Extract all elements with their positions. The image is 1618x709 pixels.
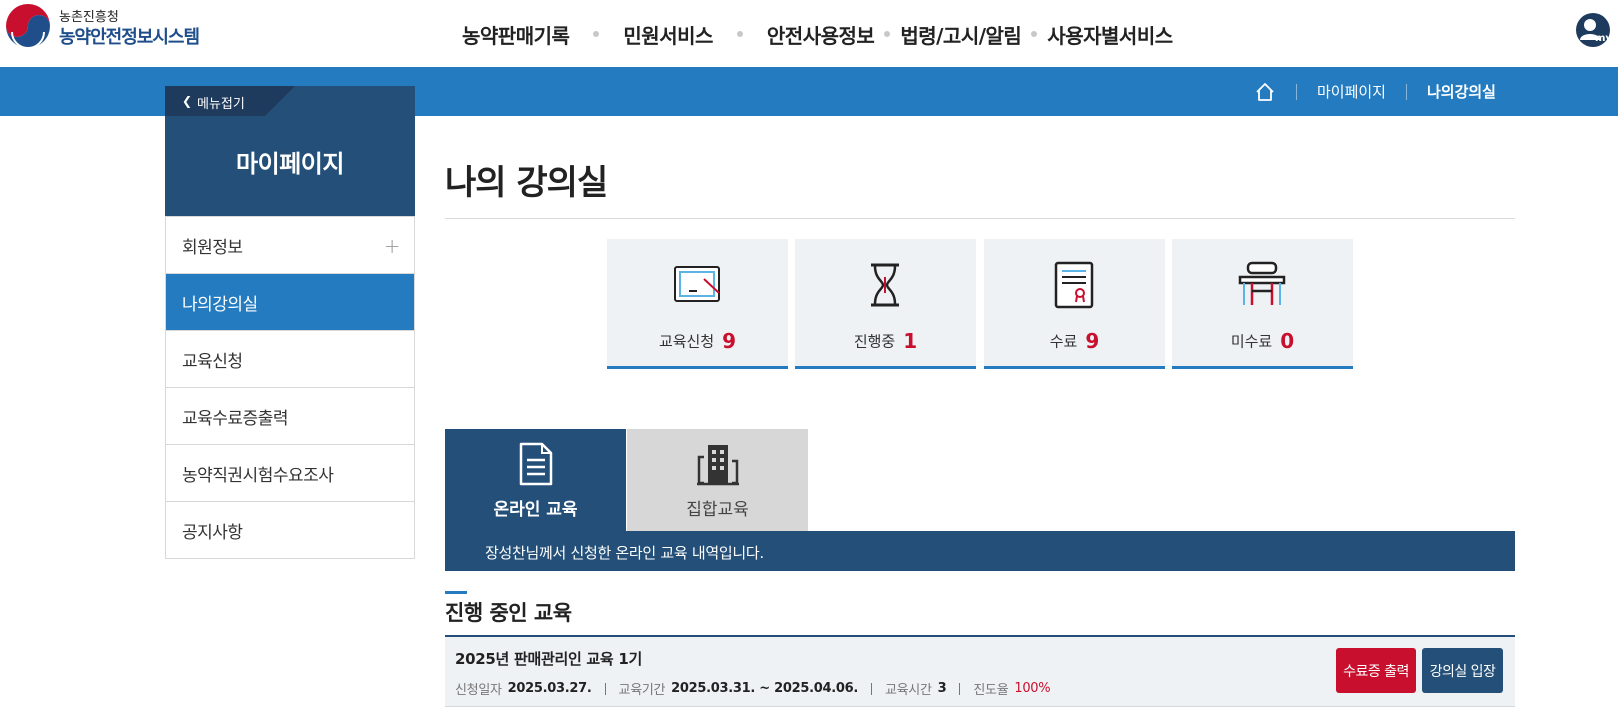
breadcrumb-current: 나의강의실: [1426, 83, 1496, 101]
sidebar-item-notices[interactable]: 공지사항: [166, 502, 414, 559]
breadcrumb: 마이페이지 나의강의실: [1254, 67, 1496, 116]
stat-label-row: 수료 9: [984, 329, 1165, 353]
section-accent: [445, 591, 467, 594]
nav-item-laws-notices[interactable]: 법령/고시/알림: [900, 20, 1022, 49]
sidebar-item-label: 공지사항: [182, 522, 243, 543]
stat-value: 9: [1085, 329, 1100, 353]
certificate-icon: [1054, 261, 1094, 309]
main-nav: 농약판매기록 민원서비스 안전사용정보 법령/고시/알림 사용자별서비스: [462, 18, 1173, 50]
sidebar-item-label: 교육수료증출력: [182, 408, 288, 429]
stat-label: 미수료: [1230, 332, 1273, 351]
chevron-left-icon: ❮: [182, 94, 193, 108]
stat-card-incomplete[interactable]: 미수료 0: [1172, 239, 1353, 369]
breadcrumb-divider: [1295, 83, 1297, 100]
stat-label: 교육신청: [658, 332, 715, 351]
stat-label-row: 미수료 0: [1172, 329, 1353, 353]
stat-card-completed[interactable]: 수료 9: [984, 239, 1165, 369]
hours-label: 교육시간: [884, 683, 932, 698]
meta-divider: [959, 682, 961, 695]
building-icon: [697, 445, 739, 486]
my-label: my: [1595, 33, 1610, 44]
menu-collapse-button[interactable]: ❮ 메뉴접기: [165, 86, 295, 116]
sidebar-header: ❮ 메뉴접기 마이페이지: [165, 86, 415, 216]
nav-item-civil-service[interactable]: 민원서비스: [623, 20, 713, 49]
stat-label: 진행중: [853, 332, 896, 351]
page-title: 나의 강의실: [445, 163, 608, 203]
stat-label: 수료: [1049, 332, 1078, 351]
sidebar-item-my-classroom[interactable]: 나의강의실: [166, 274, 414, 331]
sidebar-item-label: 교육신청: [182, 351, 243, 372]
stat-label-row: 진행중 1: [795, 329, 976, 353]
nav-divider: [736, 31, 743, 37]
monitor-icon: [674, 266, 720, 302]
stat-value: 0: [1280, 329, 1295, 353]
plus-icon[interactable]: +: [384, 234, 401, 258]
site-name: 농약안전정보시스템: [59, 27, 200, 48]
breadcrumb-divider: [1405, 83, 1407, 100]
sidebar-item-member-info[interactable]: 회원정보 +: [166, 217, 414, 274]
nav-divider: [593, 31, 600, 37]
apply-date-label: 신청일자: [455, 683, 502, 698]
user-icon: my: [1580, 19, 1610, 44]
apply-date-value: 2025.03.27.: [507, 681, 592, 696]
tab-label: 온라인 교육: [493, 500, 578, 520]
stat-value: 1: [903, 329, 918, 353]
nav-item-user-services[interactable]: 사용자별서비스: [1047, 20, 1173, 49]
section-title: 진행 중인 교육: [445, 601, 572, 625]
sidebar-item-certificate-print[interactable]: 교육수료증출력: [166, 388, 414, 445]
hourglass-icon: [871, 263, 899, 307]
print-certificate-button[interactable]: 수료증 출력: [1336, 648, 1416, 693]
meta-divider: [604, 682, 606, 695]
stat-value: 9: [722, 329, 737, 353]
nav-item-sales-records[interactable]: 농약판매기록: [462, 20, 570, 49]
home-icon[interactable]: [1254, 81, 1276, 103]
sidebar-item-label: 나의강의실: [182, 294, 258, 315]
info-banner: 장성찬님께서 신청한 온라인 교육 내역입니다.: [445, 531, 1515, 571]
tab-online-education[interactable]: 온라인 교육: [445, 429, 626, 531]
meta-divider: [870, 682, 872, 695]
title-divider: [445, 218, 1515, 219]
nav-item-safety-info[interactable]: 안전사용정보: [767, 20, 875, 49]
period-label: 교육기간: [618, 683, 666, 698]
menu-collapse-label: 메뉴접기: [197, 97, 245, 112]
my-page-button[interactable]: my: [1576, 13, 1610, 47]
info-text: 장성찬님께서 신청한 온라인 교육 내역입니다.: [485, 544, 764, 562]
tab-label: 집합교육: [686, 500, 749, 520]
sidebar-title: 마이페이지: [236, 150, 344, 178]
sidebar-item-education-apply[interactable]: 교육신청: [166, 331, 414, 388]
course-title: 2025년 판매관리인 교육 1기: [455, 650, 642, 668]
document-icon: [519, 442, 553, 486]
progress-value: 100%: [1014, 681, 1051, 696]
stat-card-applied[interactable]: 교육신청 9: [607, 239, 788, 369]
sidebar-menu: 회원정보 + 나의강의실 교육신청 교육수료증출력 농약직권시험수요조사 공지사…: [165, 216, 415, 559]
stat-label-row: 교육신청 9: [607, 329, 788, 353]
site-logo[interactable]: 농촌진흥청 농약안전정보시스템: [4, 2, 214, 52]
site-header: 농촌진흥청 농약안전정보시스템 농약판매기록 민원서비스 안전사용정보 법령/고…: [0, 0, 1618, 67]
nav-divider: [1031, 31, 1038, 37]
sidebar-item-label: 농약직권시험수요조사: [182, 465, 334, 486]
progress-label: 진도율: [973, 683, 1009, 698]
enter-classroom-button[interactable]: 강의실 입장: [1422, 648, 1503, 693]
sidebar-item-label: 회원정보: [182, 237, 243, 258]
hours-value: 3: [937, 681, 947, 696]
government-emblem-icon: [6, 4, 50, 49]
breadcrumb-item-mypage[interactable]: 마이페이지: [1317, 81, 1386, 102]
stat-card-in-progress[interactable]: 진행중 1: [795, 239, 976, 369]
course-item: 2025년 판매관리인 교육 1기 신청일자 2025.03.27. 교육기간 …: [445, 635, 1515, 707]
period-value: 2025.03.31. ~ 2025.04.06.: [671, 681, 858, 696]
nav-divider: [884, 31, 891, 37]
desk-chair-icon: [1238, 261, 1286, 305]
tab-group-education[interactable]: 집합교육: [627, 429, 808, 531]
course-meta: 신청일자 2025.03.27. 교육기간 2025.03.31. ~ 2025…: [455, 679, 1051, 698]
sidebar-item-exam-survey[interactable]: 농약직권시험수요조사: [166, 445, 414, 502]
